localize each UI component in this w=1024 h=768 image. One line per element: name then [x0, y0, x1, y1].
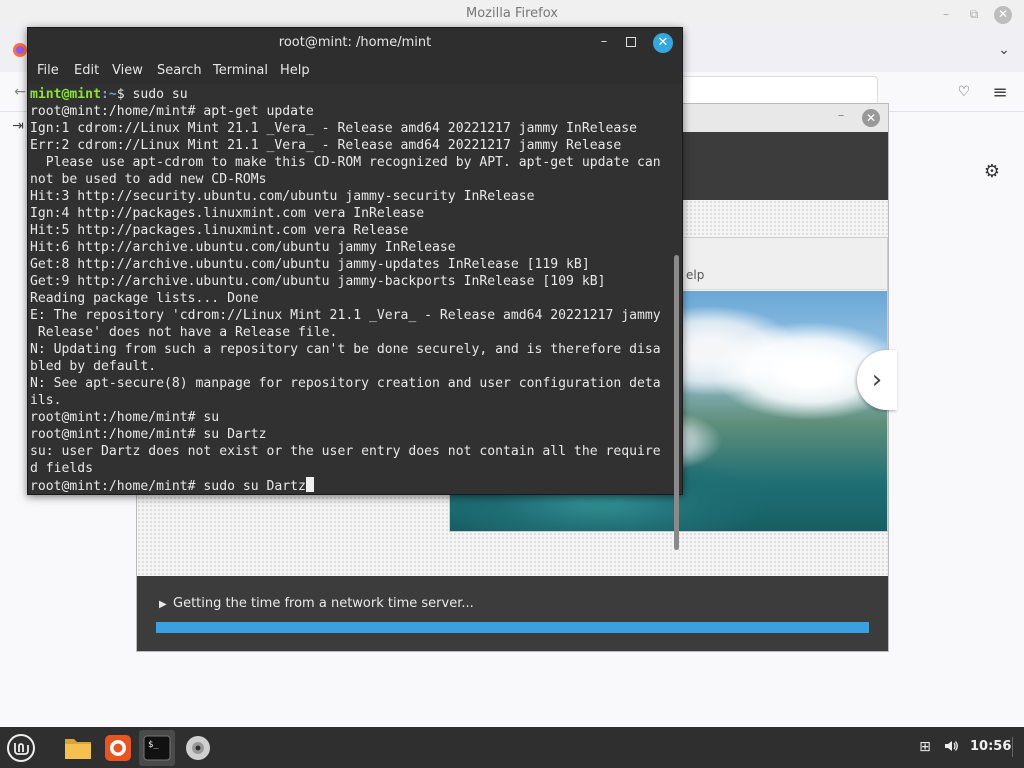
terminal-titlebar[interactable]: root@mint: /home/mint – ✕	[28, 28, 682, 58]
terminal-line: E: The repository 'cdrom://Linux Mint 21…	[30, 308, 661, 323]
terminal-launcher[interactable]: $_	[139, 730, 175, 766]
terminal-line: Get:8 http://archive.ubuntu.com/ubuntu j…	[30, 257, 590, 272]
terminal-body[interactable]: mint@mint:~$ sudo su root@mint:/home/mint…	[28, 84, 682, 550]
volume-icon[interactable]	[942, 738, 960, 756]
terminal-window: root@mint: /home/mint – ✕ File Edit View…	[27, 27, 683, 550]
show-desktop-button[interactable]	[1012, 737, 1018, 757]
firefox-close-button[interactable]: ✕	[994, 6, 1012, 24]
prompt-command: $ sudo su	[116, 87, 188, 102]
disc-icon	[186, 736, 210, 760]
terminal-line: Get:9 http://archive.ubuntu.com/ubuntu j…	[30, 274, 606, 289]
firefox-restore-button[interactable]: ⧉	[966, 6, 982, 22]
terminal-output: mint@mint:~$ sudo su root@mint:/home/mint…	[30, 86, 661, 495]
taskbar: $_ ⊞ 10:56	[0, 727, 1024, 768]
terminal-maximize-button[interactable]	[626, 37, 636, 47]
terminal-line: Reading package lists... Done	[30, 291, 259, 306]
terminal-input-line[interactable]: root@mint:/home/mint# sudo su Dartz	[30, 477, 661, 495]
details-expander-icon[interactable]: ▶	[159, 599, 167, 610]
terminal-line: Ign:1 cdrom://Linux Mint 21.1 _Vera_ - R…	[30, 121, 637, 136]
terminal-line: Release' does not have a Release file.	[30, 325, 338, 340]
installer-minimize-button[interactable]: –	[834, 108, 848, 124]
menu-icon[interactable]: ≡	[990, 82, 1010, 103]
terminal-line: Err:2 cdrom://Linux Mint 21.1 _Vera_ - R…	[30, 138, 622, 153]
terminal-line: root@mint:/home/mint# apt-get update	[30, 104, 314, 119]
mint-logo-icon	[7, 734, 35, 762]
current-command: root@mint:/home/mint# sudo su Dartz	[30, 479, 306, 494]
installer-progress-fill	[156, 622, 869, 633]
menu-terminal[interactable]: Terminal	[213, 63, 268, 78]
menu-file[interactable]: File	[37, 63, 59, 78]
import-icon[interactable]: ⇥	[8, 116, 28, 136]
terminal-line: mint@mint:~$ sudo su	[30, 86, 661, 103]
terminal-line: N: See apt-secure(8) manpage for reposit…	[30, 376, 661, 391]
firefox-launcher[interactable]	[100, 730, 136, 766]
menu-edit[interactable]: Edit	[74, 63, 99, 78]
firefox-title: Mozilla Firefox	[466, 6, 558, 21]
firefox-icon	[105, 735, 131, 761]
installer-close-button[interactable]: ✕	[862, 109, 880, 127]
menu-search[interactable]: Search	[157, 63, 202, 78]
terminal-line: root@mint:/home/mint# su Dartz	[30, 427, 267, 442]
terminal-line: ils.	[30, 393, 62, 408]
terminal-line: bled by default.	[30, 359, 157, 374]
terminal-line: Please use apt-cdrom to make this CD-ROM…	[30, 155, 661, 170]
installer-progress-bar	[156, 622, 869, 633]
menu-help[interactable]: Help	[280, 63, 310, 78]
clock[interactable]: 10:56	[970, 739, 1011, 754]
folder-icon	[65, 739, 91, 759]
terminal-line: N: Updating from such a repository can't…	[30, 342, 661, 357]
terminal-minimize-button[interactable]: –	[596, 34, 612, 50]
menu-view[interactable]: View	[112, 63, 143, 78]
firefox-titlebar: Mozilla Firefox – ⧉ ✕	[0, 0, 1024, 28]
svg-text:$_: $_	[148, 740, 159, 750]
firefox-minimize-button[interactable]: –	[938, 6, 954, 22]
files-launcher[interactable]	[60, 730, 96, 766]
terminal-line: Ign:4 http://packages.linuxmint.com vera…	[30, 206, 425, 221]
installer-footer: ▶ Getting the time from a network time s…	[137, 576, 888, 651]
settings-gear-icon[interactable]: ⚙	[982, 162, 1002, 182]
terminal-title: root@mint: /home/mint	[278, 35, 432, 50]
slide-title: elp	[686, 268, 705, 282]
terminal-line: d fields	[30, 461, 94, 476]
terminal-menubar: File Edit View Search Terminal Help	[28, 58, 682, 84]
installer-status-text: Getting the time from a network time ser…	[173, 596, 474, 611]
mint-menu-button[interactable]	[3, 730, 39, 766]
network-icon[interactable]: ⊞	[916, 738, 934, 756]
terminal-scrollbar[interactable]	[674, 255, 679, 550]
terminal-line: root@mint:/home/mint# su	[30, 410, 220, 425]
prompt-path: :~	[100, 87, 117, 102]
terminal-line: Hit:6 http://archive.ubuntu.com/ubuntu j…	[30, 240, 456, 255]
terminal-close-button[interactable]: ✕	[653, 33, 673, 53]
disc-launcher[interactable]	[180, 730, 216, 766]
terminal-line: su: user Dartz does not exist or the use…	[30, 444, 661, 459]
terminal-line: not be used to add new CD-ROMs	[30, 172, 267, 187]
text-cursor	[305, 477, 314, 492]
terminal-icon: $_	[143, 735, 171, 761]
tab-overflow-icon[interactable]: ⌄	[994, 40, 1014, 60]
prompt-user: mint@mint	[30, 87, 101, 102]
terminal-line: Hit:3 http://security.ubuntu.com/ubuntu …	[30, 189, 535, 204]
terminal-line: Hit:5 http://packages.linuxmint.com vera…	[30, 223, 409, 238]
pocket-icon[interactable]: ♡	[954, 82, 974, 102]
chevron-right-icon: ›	[871, 365, 883, 395]
